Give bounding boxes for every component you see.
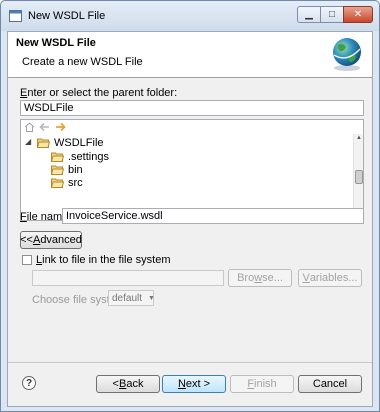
- folder-icon: [51, 152, 64, 162]
- tree-toolbar: [21, 120, 363, 134]
- wizard-header: New WSDL File Create a new WSDL File: [8, 32, 372, 78]
- next-button[interactable]: Next >: [162, 375, 226, 393]
- scroll-thumb[interactable]: [355, 170, 363, 184]
- forward-arrow-icon[interactable]: [55, 122, 66, 132]
- link-path-input[interactable]: [32, 270, 224, 286]
- dialog-window: New WSDL File ▁ □ ✕ New WSDL File Create…: [0, 0, 380, 412]
- file-system-select[interactable]: default ▼: [108, 290, 155, 306]
- finish-button[interactable]: Finish: [230, 375, 294, 393]
- wsdl-globe-icon: [333, 38, 361, 71]
- minimize-button[interactable]: ▁: [297, 6, 321, 23]
- scroll-up-icon[interactable]: ▲: [355, 135, 363, 143]
- tree-item-label: bin: [68, 163, 83, 176]
- browse-button[interactable]: Bro w se...: [228, 269, 292, 287]
- home-icon[interactable]: [24, 122, 35, 132]
- minimize-icon: ▁: [305, 9, 313, 20]
- close-icon: ✕: [353, 9, 363, 20]
- tree-item-label: src: [68, 176, 83, 189]
- page-title: New WSDL File: [16, 37, 96, 49]
- close-button[interactable]: ✕: [343, 6, 373, 23]
- link-to-file-checkbox[interactable]: [22, 255, 32, 265]
- collapse-icon[interactable]: ◢: [25, 137, 31, 146]
- link-to-file-label: Link to file in the file system: [36, 254, 171, 266]
- title-bar[interactable]: New WSDL File ▁ □ ✕: [1, 1, 379, 31]
- folder-tree[interactable]: ◢ WSDLFile .settings bin src ▲: [20, 119, 364, 221]
- advanced-button[interactable]: << Advanced: [20, 231, 82, 249]
- tree-item-root[interactable]: WSDLFile: [37, 136, 104, 149]
- parent-folder-label: Enter or select the parent folder:: [20, 87, 178, 99]
- parent-folder-input[interactable]: WSDLFile: [20, 100, 364, 116]
- back-button[interactable]: < Back: [96, 375, 160, 393]
- wizard-icon: [9, 10, 22, 22]
- variables-button[interactable]: Variables...: [298, 269, 362, 287]
- cancel-button[interactable]: Cancel: [298, 375, 362, 393]
- tree-item[interactable]: .settings: [51, 150, 109, 163]
- window-title: New WSDL File: [28, 10, 106, 22]
- maximize-icon: □: [328, 9, 336, 20]
- help-icon[interactable]: ?: [22, 376, 36, 390]
- tree-item[interactable]: src: [51, 176, 83, 189]
- dialog-client-area: New WSDL File Create a new WSDL File Ent…: [7, 31, 373, 407]
- file-name-input[interactable]: InvoiceService.wsdl: [62, 208, 364, 224]
- tree-item-label: .settings: [68, 150, 109, 163]
- tree-item-label: WSDLFile: [54, 136, 104, 149]
- maximize-button[interactable]: □: [320, 6, 344, 23]
- open-folder-icon: [37, 138, 50, 148]
- page-subtitle: Create a new WSDL File: [22, 56, 143, 68]
- folder-icon: [51, 165, 64, 175]
- back-arrow-icon[interactable]: [39, 122, 50, 132]
- folder-icon: [51, 178, 64, 188]
- footer-divider: [8, 362, 372, 363]
- tree-item[interactable]: bin: [51, 163, 83, 176]
- file-system-value: default: [112, 292, 143, 304]
- chevron-down-icon: ▼: [148, 294, 155, 302]
